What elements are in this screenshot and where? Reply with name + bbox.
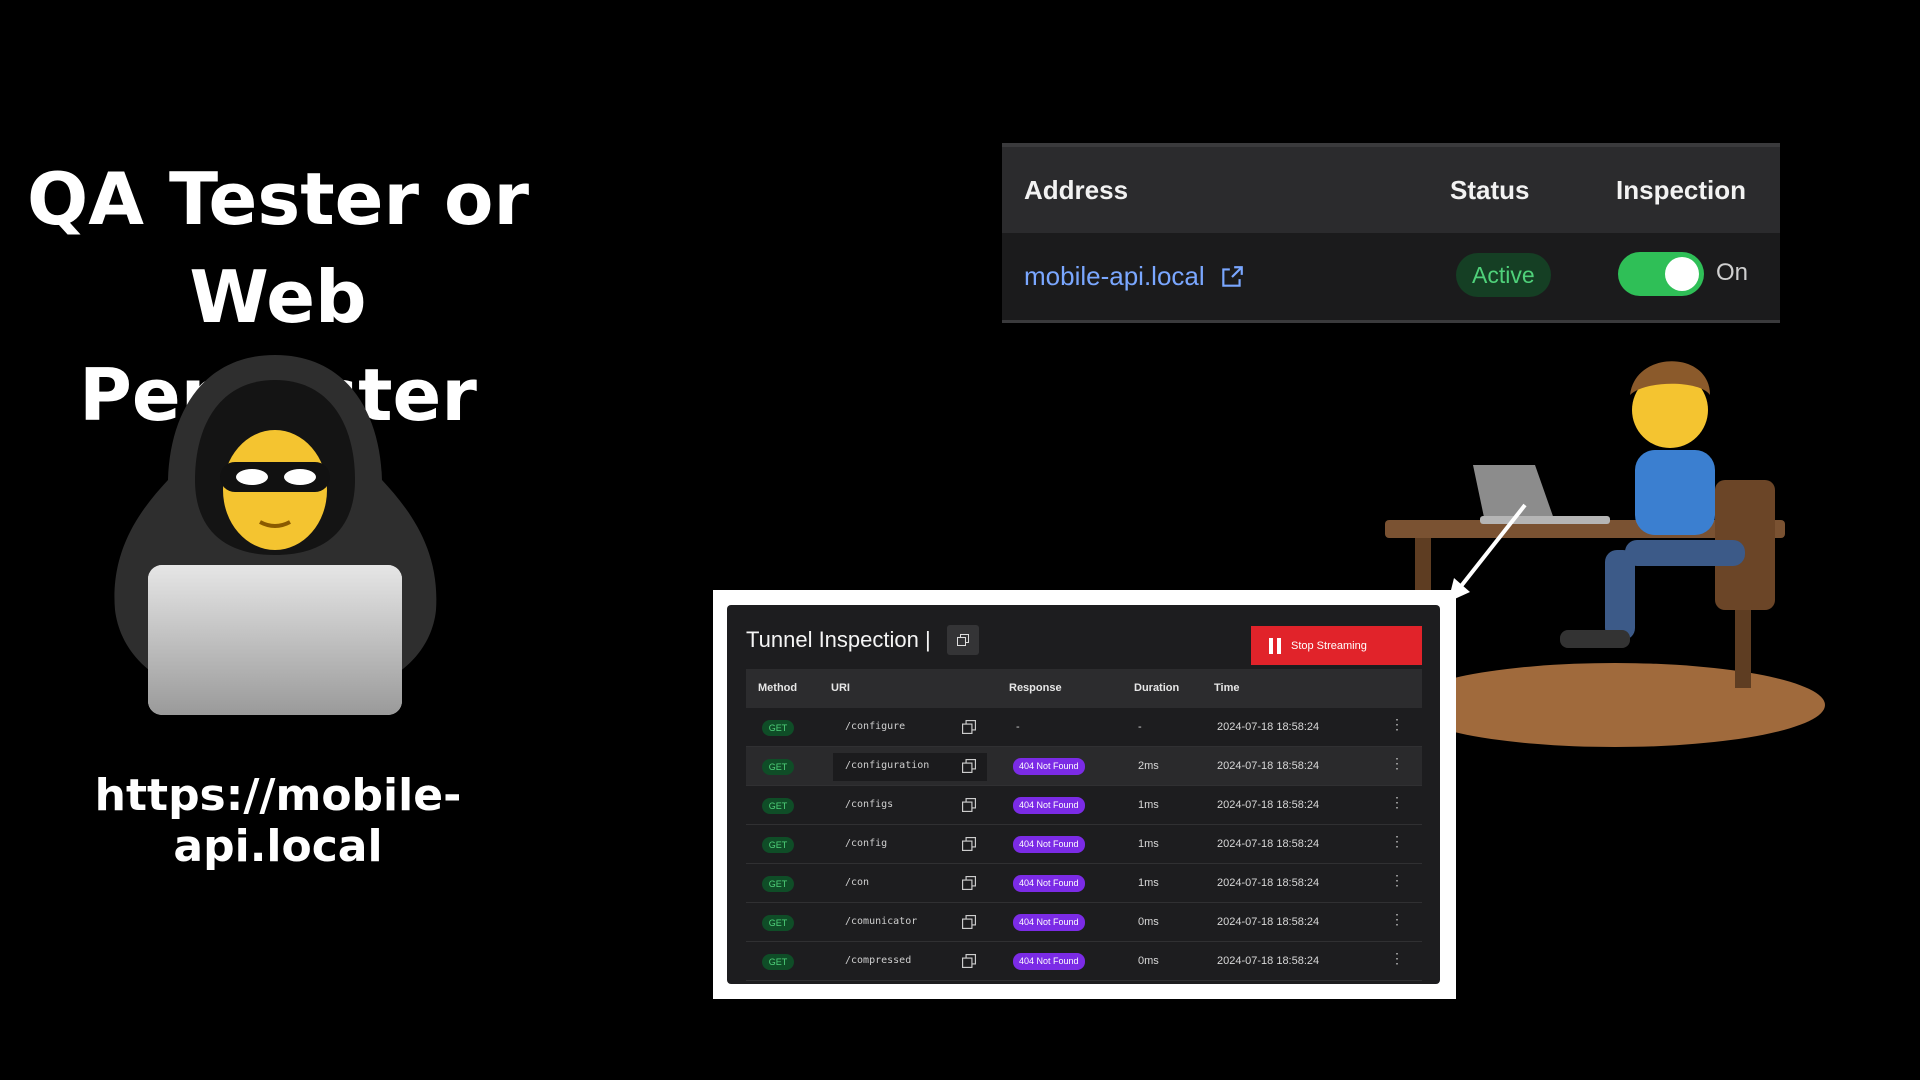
uri-text: /configure: [845, 721, 906, 732]
uri-text: /comunicator: [845, 916, 918, 927]
table-row[interactable]: GET/con 404 Not Found 1ms 2024-07-18 18:58:…: [746, 864, 1422, 903]
table-row[interactable]: GET/configure - - 2024-07-18 18:58:24 ⋮: [746, 708, 1422, 747]
row-menu-icon[interactable]: ⋮: [1390, 755, 1404, 772]
time-text: 2024-07-18 18:58:24: [1217, 877, 1320, 889]
method-badge: GET: [762, 798, 794, 814]
panel-title: Tunnel Inspection |: [746, 627, 931, 652]
method-badge: GET: [762, 837, 794, 853]
method-badge: GET: [762, 876, 794, 892]
target-url-caption: https://mobile-api.local: [94, 770, 462, 872]
copy-uri-icon[interactable]: [962, 954, 976, 968]
row-menu-icon[interactable]: ⋮: [1390, 872, 1404, 889]
time-text: 2024-07-18 18:58:24: [1217, 838, 1320, 850]
response-badge: 404 Not Found: [1013, 758, 1085, 775]
copy-icon: [957, 634, 969, 646]
time-text: 2024-07-18 18:58:24: [1217, 955, 1320, 967]
duration-text: 1ms: [1138, 838, 1159, 850]
table-row[interactable]: GET/configuration 404 Not Found 2ms 2024-07…: [746, 747, 1422, 786]
stop-streaming-label: Stop Streaming: [1291, 639, 1367, 652]
time-text: 2024-07-18 18:58:24: [1217, 721, 1320, 733]
headline-line-1: QA Tester or: [26, 157, 530, 241]
request-table: Method URI Response Duration Time GET/co…: [746, 669, 1422, 981]
table-body: GET/configure - -2024-07-18 18:58:24 ⋮ GET/c…: [746, 708, 1422, 981]
uri-text: /con: [845, 877, 870, 888]
uri-text: /configuration: [845, 760, 930, 771]
copy-uri-icon[interactable]: [962, 837, 976, 851]
row-menu-icon[interactable]: ⋮: [1390, 911, 1404, 928]
uri-text: /compressed: [845, 955, 912, 966]
duration-text: 1ms: [1138, 877, 1159, 889]
copy-button[interactable]: [947, 625, 979, 655]
header-response: Response: [1009, 682, 1062, 694]
method-badge: GET: [762, 954, 794, 970]
header-duration: Duration: [1134, 682, 1180, 694]
duration-text: 2ms: [1138, 760, 1159, 772]
inspection-toggle[interactable]: [1618, 252, 1704, 296]
inspection-state-label: On: [1716, 259, 1749, 286]
time-text: 2024-07-18 18:58:24: [1217, 760, 1320, 772]
status-card-header: Address Status Inspection: [1002, 147, 1780, 233]
row-menu-icon[interactable]: ⋮: [1390, 950, 1404, 967]
time-text: 2024-07-18 18:58:24: [1217, 916, 1320, 928]
response-badge: 404 Not Found: [1013, 914, 1085, 931]
table-row[interactable]: GET/configs 404 Not Found 1ms 2024-07-18 18…: [746, 786, 1422, 825]
copy-uri-icon[interactable]: [962, 759, 976, 773]
header-uri: URI: [831, 682, 850, 694]
table-row[interactable]: GET/compressed 404 Not Found 0ms 2024-07-18…: [746, 942, 1422, 981]
column-inspection: Inspection: [1616, 174, 1747, 205]
copy-uri-icon[interactable]: [962, 876, 976, 890]
pause-icon: [1269, 637, 1281, 654]
header-method: Method: [758, 682, 798, 694]
column-address: Address: [1024, 174, 1129, 205]
tunnel-inspection-frame: Tunnel Inspection | Stop Streaming Metho…: [713, 590, 1456, 999]
stop-streaming-button[interactable]: Stop Streaming: [1251, 626, 1422, 665]
duration-text: 1ms: [1138, 799, 1159, 811]
duration-text: 0ms: [1138, 955, 1159, 967]
table-row[interactable]: GET/config 404 Not Found 1ms 2024-07-18 18:…: [746, 825, 1422, 864]
endpoint-row: mobile-api.local Active On: [1002, 233, 1780, 321]
external-link-icon[interactable]: [1219, 264, 1245, 290]
hooded-hacker-illustration: [114, 355, 437, 715]
method-badge: GET: [762, 720, 794, 736]
uri-text: /config: [845, 838, 888, 849]
endpoint-address: mobile-api.local: [1024, 261, 1205, 291]
copy-uri-icon[interactable]: [962, 798, 976, 812]
uri-text: /configs: [845, 799, 894, 810]
response-empty: -: [1016, 721, 1020, 733]
column-status: Status: [1450, 174, 1530, 205]
response-badge: 404 Not Found: [1013, 953, 1085, 970]
time-text: 2024-07-18 18:58:24: [1217, 799, 1320, 811]
header-time: Time: [1214, 682, 1240, 694]
row-menu-icon[interactable]: ⋮: [1390, 833, 1404, 850]
copy-uri-icon[interactable]: [962, 720, 976, 734]
row-menu-icon[interactable]: ⋮: [1390, 794, 1404, 811]
table-row[interactable]: GET/comunicator 404 Not Found 0ms 2024-07-1…: [746, 903, 1422, 942]
row-menu-icon[interactable]: ⋮: [1390, 716, 1404, 733]
toggle-knob: [1665, 257, 1699, 291]
method-badge: GET: [762, 759, 794, 775]
copy-uri-icon[interactable]: [962, 915, 976, 929]
duration-text: -: [1138, 721, 1142, 733]
tunnel-inspection-panel: Tunnel Inspection | Stop Streaming Metho…: [727, 605, 1440, 984]
status-badge: Active: [1456, 253, 1551, 297]
response-badge: 404 Not Found: [1013, 797, 1085, 814]
endpoint-status-card: Address Status Inspection mobile-api.loc…: [1002, 143, 1780, 323]
method-badge: GET: [762, 915, 794, 931]
endpoint-address-link[interactable]: mobile-api.local: [1024, 261, 1245, 292]
table-header: Method URI Response Duration Time: [746, 669, 1422, 708]
response-badge: 404 Not Found: [1013, 836, 1085, 853]
response-badge: 404 Not Found: [1013, 875, 1085, 892]
duration-text: 0ms: [1138, 916, 1159, 928]
